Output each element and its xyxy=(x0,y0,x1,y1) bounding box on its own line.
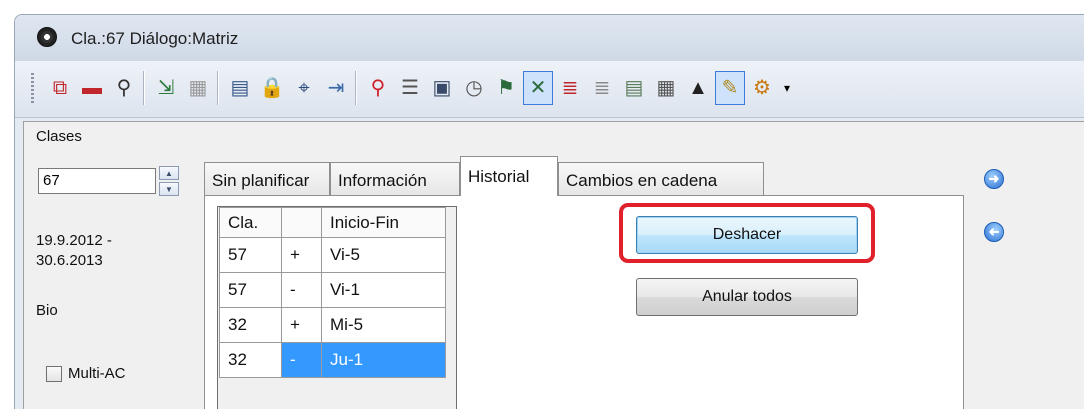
settings-gear-icon[interactable]: ⚙ xyxy=(747,71,777,105)
multi-ac-label: Multi-AC xyxy=(68,365,126,382)
history-header-row: Cla. Inicio-Fin xyxy=(219,207,446,238)
copy-lesson-icon[interactable]: ⧉ xyxy=(45,71,75,105)
lines-gray-icon[interactable]: ≣ xyxy=(587,71,617,105)
clock-icon[interactable]: ◷ xyxy=(459,71,489,105)
tab-sin-planificar[interactable]: Sin planificar xyxy=(204,162,330,196)
toolbar-separator xyxy=(217,71,219,105)
lines-red-icon[interactable]: ≣ xyxy=(555,71,585,105)
arrow-right-icon[interactable]: ➜ xyxy=(984,169,1004,189)
cell-action: + xyxy=(281,307,322,343)
tab-informacion[interactable]: Información xyxy=(330,162,460,196)
toolbar-separator xyxy=(143,71,145,105)
cell-time: Vi-5 xyxy=(321,237,446,273)
spin-up-icon[interactable]: ▲ xyxy=(159,166,179,180)
class-number-input[interactable]: 67 xyxy=(38,168,156,194)
spin-down-icon[interactable]: ▼ xyxy=(159,182,179,196)
table-edit-icon[interactable]: ▤ xyxy=(619,71,649,105)
dialog-content: Clases 67 ▲ ▼ 19.9.2012 - 30.6.2013 Bio … xyxy=(23,121,1084,409)
table-row-selected[interactable]: 32 - Ju-1 xyxy=(219,342,446,378)
window-title: Cla.:67 Diálogo:Matriz xyxy=(71,29,239,48)
cell-action: - xyxy=(281,272,322,308)
table-row[interactable]: 57 + Vi-5 xyxy=(219,237,446,273)
import-icon[interactable]: ⇲ xyxy=(151,71,181,105)
rooms-icon[interactable]: ▣ xyxy=(427,71,457,105)
cell-time: Ju-1 xyxy=(321,342,446,378)
pin-icon[interactable]: ⚲ xyxy=(363,71,393,105)
cell-class: 57 xyxy=(219,272,282,308)
cell-action: - xyxy=(281,342,322,378)
toolbar-overflow-icon[interactable]: ▾ xyxy=(779,71,795,105)
column-header-class: Cla. xyxy=(219,207,282,238)
delete-lines-icon[interactable]: ✕ xyxy=(523,71,553,105)
lesson-icon[interactable]: ▬ xyxy=(77,71,107,105)
arrow-left-icon[interactable]: ➜ xyxy=(984,222,1004,242)
palette-icon[interactable]: ✎ xyxy=(715,71,745,105)
classes-label: Clases xyxy=(36,128,82,145)
table-row[interactable]: 57 - Vi-1 xyxy=(219,272,446,308)
tab-cambios-en-cadena[interactable]: Cambios en cadena xyxy=(558,162,764,196)
history-grid: Cla. Inicio-Fin 57 + Vi-5 57 - Vi-1 32 + xyxy=(217,206,457,409)
cell-class: 57 xyxy=(219,237,282,273)
class-spinner: ▲ ▼ xyxy=(159,166,179,196)
calculator-icon[interactable]: ▦ xyxy=(651,71,681,105)
clock-app-icon xyxy=(37,27,57,47)
cell-class: 32 xyxy=(219,307,282,343)
cancel-all-button[interactable]: Anular todos xyxy=(636,278,858,316)
column-header-time: Inicio-Fin xyxy=(321,207,446,238)
teacher-icon[interactable]: ▤ xyxy=(225,71,255,105)
highlight-frame xyxy=(619,203,875,263)
cell-class: 32 xyxy=(219,342,282,378)
title-bar: Cla.:67 Diálogo:Matriz xyxy=(15,15,1084,61)
toolbar-grip[interactable] xyxy=(31,73,34,103)
binoculars-icon[interactable]: ⌖ xyxy=(289,71,319,105)
cell-action: + xyxy=(281,237,322,273)
table-row[interactable]: 32 + Mi-5 xyxy=(219,307,446,343)
dialog-window: Cla.:67 Diálogo:Matriz ⧉ ▬ ⚲ ⇲ ▦ ▤ 🔒 ⌖ ⇥ ⚲ ☰ ▣ ◷ ⚑ ✕ ≣ ≣… xyxy=(14,14,1084,409)
subject-label: Bio xyxy=(36,302,58,319)
date-end: 30.6.2013 xyxy=(36,252,103,269)
tab-historial[interactable]: Historial xyxy=(460,156,558,196)
list-filter-icon[interactable]: ☰ xyxy=(395,71,425,105)
date-start: 19.9.2012 - xyxy=(36,232,112,249)
split-icon[interactable]: ⚲ xyxy=(109,71,139,105)
cell-time: Mi-5 xyxy=(321,307,446,343)
toolbar: ⧉ ▬ ⚲ ⇲ ▦ ▤ 🔒 ⌖ ⇥ ⚲ ☰ ▣ ◷ ⚑ ✕ ≣ ≣ ▤ ▦ ▲ ✎ ⚙ ▾ xyxy=(15,61,1084,118)
cell-time: Vi-1 xyxy=(321,272,446,308)
toolbar-separator xyxy=(355,71,357,105)
graduate-icon[interactable]: ⚑ xyxy=(491,71,521,105)
export-icon[interactable]: ⇥ xyxy=(321,71,351,105)
cap-icon[interactable]: ▲ xyxy=(683,71,713,105)
lock-icon[interactable]: 🔒 xyxy=(257,71,287,105)
grid-gray-icon[interactable]: ▦ xyxy=(183,71,213,105)
column-header-action xyxy=(281,207,322,238)
multi-ac-checkbox[interactable] xyxy=(46,366,62,382)
